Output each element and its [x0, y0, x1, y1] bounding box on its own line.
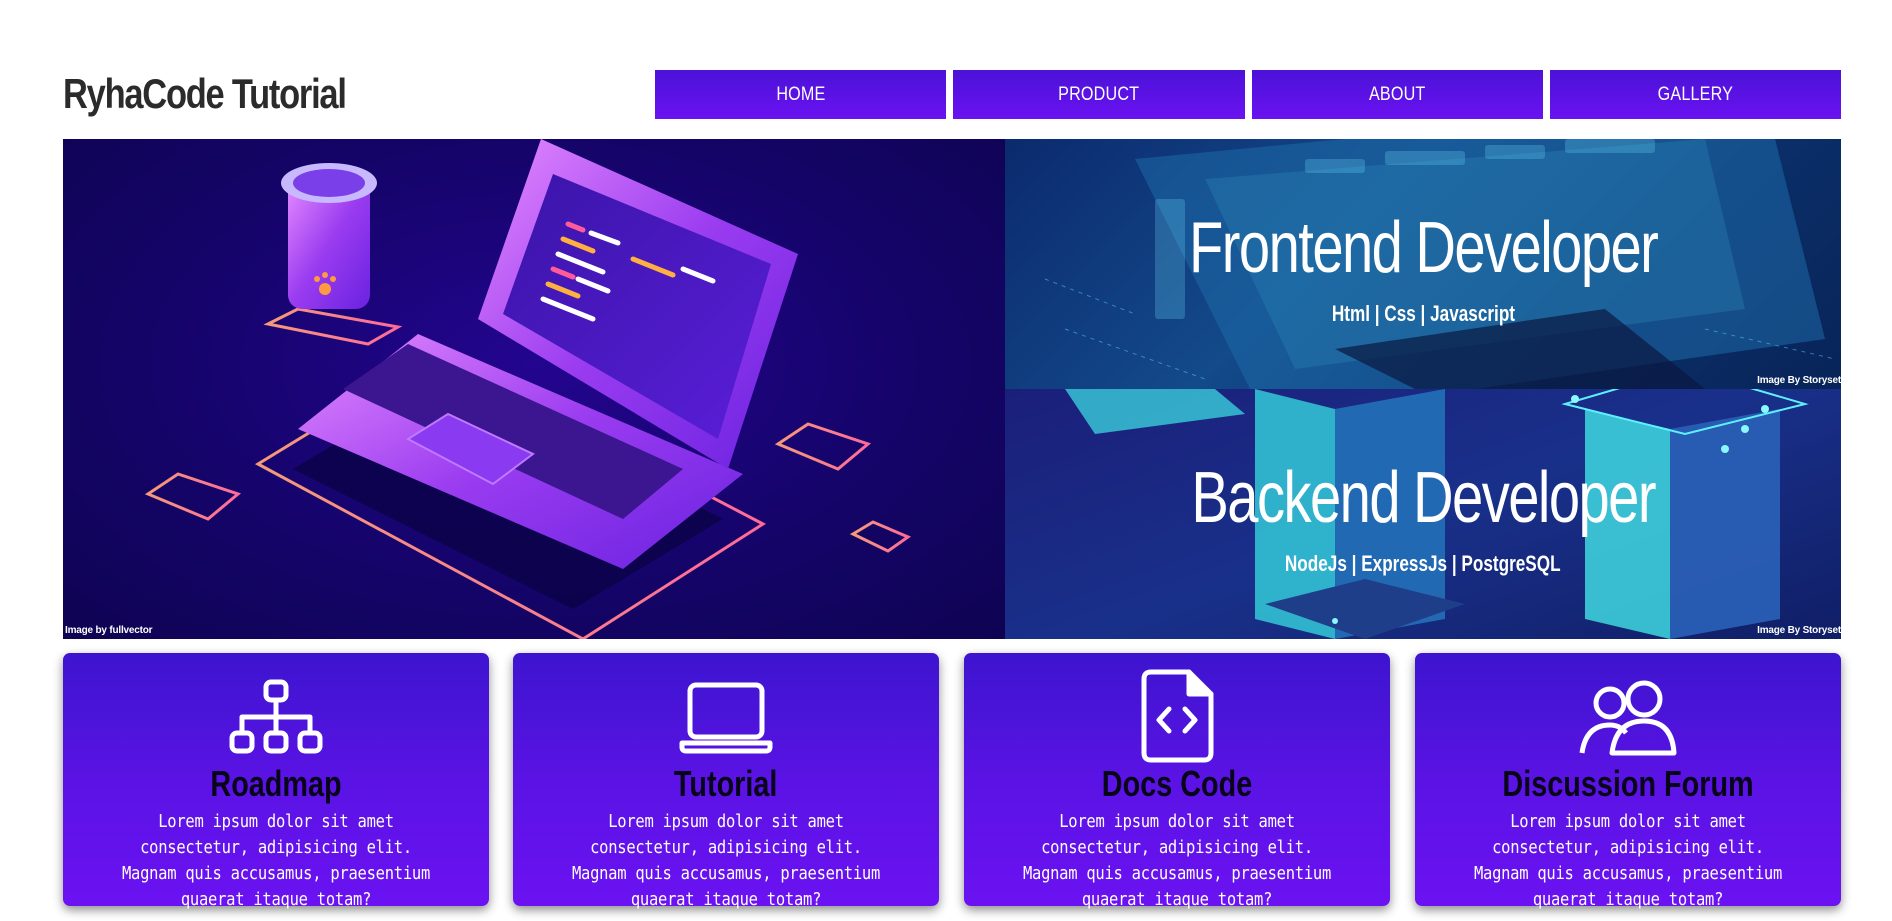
users-icon — [1415, 679, 1841, 759]
nav-home[interactable]: HOME — [655, 70, 947, 119]
frontend-subtitle: Html | Css | Javascript — [1331, 301, 1515, 326]
hero-banner: Image by fullvector Frontend Developer H… — [63, 139, 1841, 639]
backend-panel[interactable]: Backend Developer NodeJs | ExpressJs | P… — [1005, 389, 1841, 639]
card-roadmap-text: Lorem ipsum dolor sit amet consectetur, … — [121, 811, 431, 910]
main-nav: HOME PRODUCT ABOUT GALLERY — [655, 70, 1841, 119]
feature-cards: Roadmap Lorem ipsum dolor sit amet conse… — [63, 653, 1841, 910]
laptop-icon — [513, 679, 939, 759]
nav-home-label: HOME — [776, 83, 826, 105]
hero-left-credit: Image by fullvector — [65, 625, 153, 636]
card-docs-code-text: Lorem ipsum dolor sit amet consectetur, … — [1022, 811, 1332, 910]
backend-title: Backend Developer — [1191, 458, 1656, 538]
card-roadmap-title: Roadmap — [210, 763, 342, 804]
card-tutorial-text: Lorem ipsum dolor sit amet consectetur, … — [571, 811, 881, 910]
site-logo[interactable]: RyhaCode Tutorial — [63, 70, 347, 118]
hero-laptop-illustration: Image by fullvector — [63, 139, 1005, 639]
nav-about-label: ABOUT — [1368, 83, 1426, 105]
nav-gallery-label: GALLERY — [1657, 83, 1734, 105]
code-file-icon — [964, 669, 1390, 763]
card-discussion-forum-text: Lorem ipsum dolor sit amet consectetur, … — [1473, 811, 1783, 910]
laptop-illustration-icon — [144, 139, 912, 639]
card-docs-code-title: Docs Code — [1101, 763, 1253, 804]
backend-credit: Image By Storyset — [1757, 625, 1841, 636]
backend-subtitle: NodeJs | ExpressJs | PostgreSQL — [1285, 551, 1561, 576]
card-tutorial-title: Tutorial — [674, 763, 778, 804]
card-roadmap[interactable]: Roadmap Lorem ipsum dolor sit amet conse… — [63, 653, 489, 910]
frontend-panel[interactable]: Frontend Developer Html | Css | Javascri… — [1005, 139, 1841, 389]
nav-gallery[interactable]: GALLERY — [1549, 70, 1841, 119]
frontend-title: Frontend Developer — [1188, 208, 1659, 288]
nav-about[interactable]: ABOUT — [1251, 70, 1543, 119]
sitemap-icon — [63, 679, 489, 759]
nav-product[interactable]: PRODUCT — [953, 70, 1245, 119]
card-docs-code[interactable]: Docs Code Lorem ipsum dolor sit amet con… — [964, 653, 1390, 910]
card-discussion-forum-title: Discussion Forum — [1502, 763, 1754, 804]
frontend-credit: Image By Storyset — [1757, 375, 1841, 386]
card-tutorial[interactable]: Tutorial Lorem ipsum dolor sit amet cons… — [513, 653, 939, 910]
card-discussion-forum[interactable]: Discussion Forum Lorem ipsum dolor sit a… — [1415, 653, 1841, 910]
nav-product-label: PRODUCT — [1058, 83, 1140, 105]
